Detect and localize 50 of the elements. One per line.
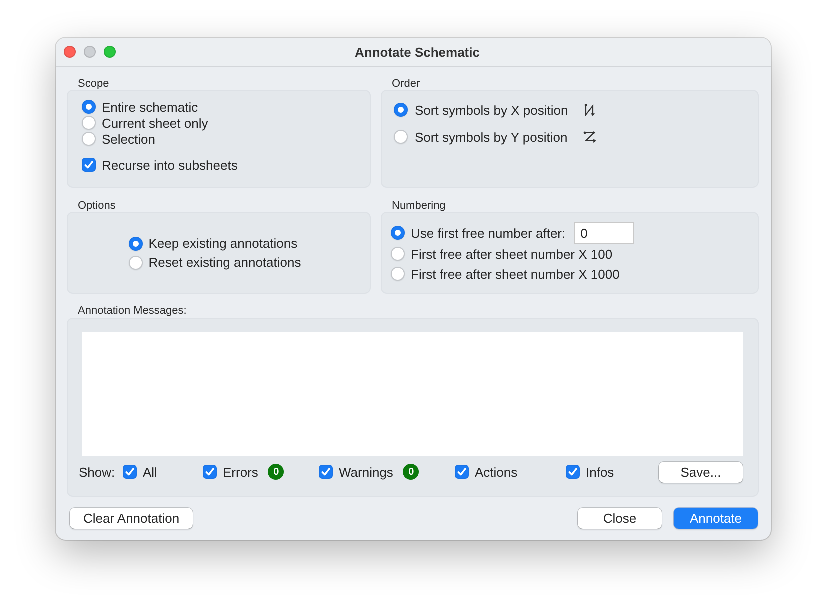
radio-label: Current sheet only	[102, 116, 208, 130]
group-label: Annotation Messages:	[78, 305, 187, 317]
radio-button[interactable]	[82, 116, 96, 130]
radio-button[interactable]	[128, 256, 143, 270]
radio-button[interactable]	[82, 132, 96, 146]
checkbox[interactable]	[455, 465, 469, 479]
checkbox-label: Recurse into subsheets	[102, 158, 238, 172]
radio-label: Keep existing annotations	[148, 236, 298, 251]
radio-label: Sort symbols by X position	[415, 102, 568, 118]
radio-button[interactable]	[391, 267, 405, 281]
checkbox[interactable]	[203, 465, 217, 479]
show-label: Show:	[79, 464, 116, 480]
group-label: Scope	[78, 78, 110, 90]
radio-label: Sort symbols by Y position	[415, 130, 568, 144]
checkbox-label: Errors	[223, 464, 258, 480]
window-title: Annotate Schematic	[355, 44, 480, 60]
radio-label: Use first free number after:	[411, 226, 566, 240]
radio-label: Reset existing annotations	[148, 255, 302, 270]
radio-label: Selection	[102, 132, 156, 146]
checkbox[interactable]	[566, 465, 580, 479]
count-badge: 0	[403, 464, 420, 480]
group-label: Options	[78, 200, 116, 212]
annotate-button[interactable]: Annotate	[674, 508, 758, 529]
save-button[interactable]: Save...	[659, 462, 743, 482]
radio-button[interactable]	[394, 103, 408, 117]
radio-button[interactable]	[391, 247, 405, 261]
checkbox-label: Infos	[586, 464, 614, 480]
window-close-button[interactable]	[64, 46, 76, 58]
checkbox-label: Actions	[475, 464, 518, 480]
checkbox-label: Warnings	[339, 464, 394, 480]
close-button[interactable]: Close	[578, 508, 662, 529]
checkbox[interactable]	[319, 465, 333, 479]
number-input-field[interactable]: 0	[574, 222, 634, 244]
radio-button[interactable]	[394, 130, 408, 144]
group-label: Order	[392, 78, 420, 90]
radio-label: First free after sheet number X 1000	[411, 266, 620, 282]
radio-button[interactable]	[391, 226, 405, 240]
vertical-zigzag-arrow-icon	[583, 103, 598, 117]
checkbox[interactable]	[82, 158, 96, 172]
checkbox[interactable]	[123, 465, 137, 479]
radio-button[interactable]	[82, 100, 96, 114]
radio-label: Entire schematic	[102, 100, 198, 114]
checkbox-label: All	[143, 464, 158, 480]
horizontal-zigzag-arrow-icon	[583, 130, 598, 144]
count-badge: 0	[268, 464, 284, 480]
radio-label: First free after sheet number X 100	[411, 246, 613, 262]
window-zoom-button[interactable]	[104, 46, 116, 58]
radio-button[interactable]	[128, 236, 143, 250]
group-label: Numbering	[392, 200, 446, 212]
clear-annotation-button[interactable]: Clear Annotation	[70, 508, 193, 529]
